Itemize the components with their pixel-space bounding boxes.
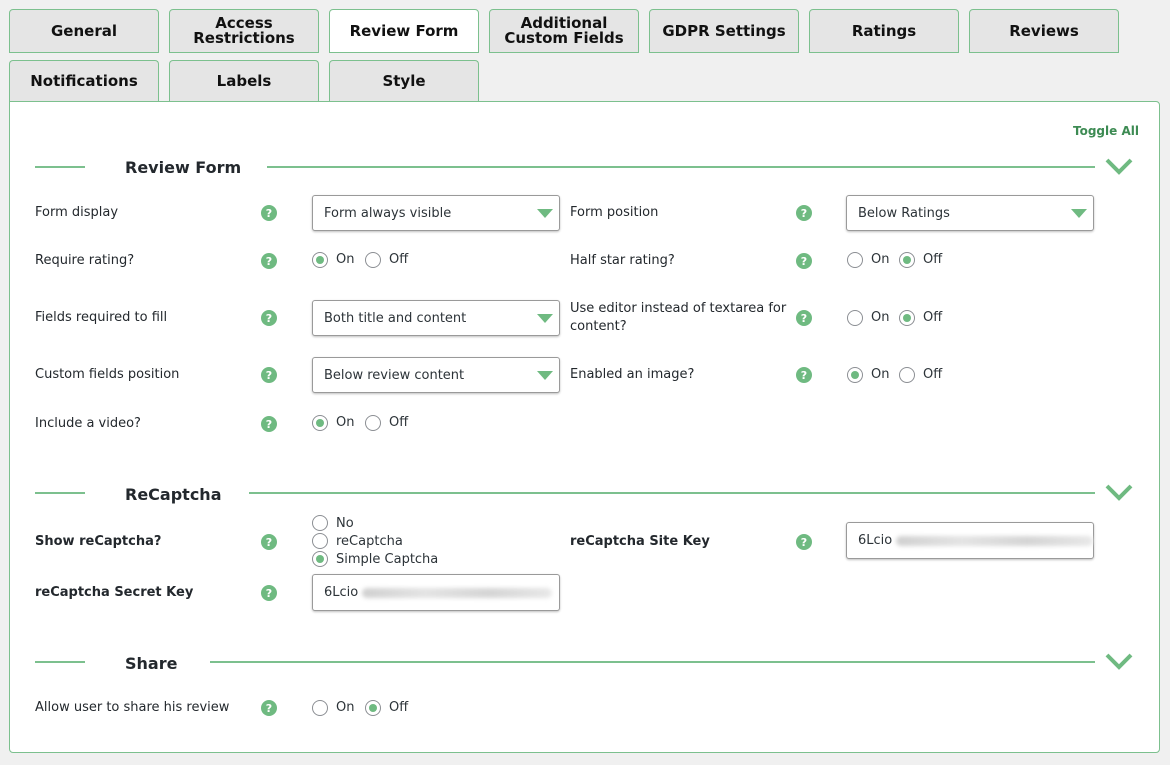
use-editor-off-radio[interactable] [899, 310, 915, 326]
dropdown-caret-icon [537, 314, 553, 323]
tab-reviews[interactable]: Reviews [969, 9, 1119, 53]
form-display-value: Form always visible [324, 205, 452, 221]
section-title-review-form: Review Form [125, 158, 242, 177]
collapse-chevron-icon[interactable] [1104, 652, 1134, 670]
tab-review-form[interactable]: Review Form [329, 9, 479, 53]
allow-share-label: Allow user to share his review [35, 700, 230, 715]
include-video-label: Include a video? [35, 416, 141, 431]
toggle-all-link[interactable]: Toggle All [1073, 124, 1139, 138]
custom-fields-position-label: Custom fields position [35, 367, 180, 382]
fields-required-value: Both title and content [324, 310, 467, 326]
recaptcha-recaptcha-radio[interactable] [312, 533, 328, 549]
help-icon[interactable]: ? [261, 253, 277, 269]
tab-notifications[interactable]: Notifications [9, 60, 159, 102]
use-editor-off-label[interactable]: Off [923, 310, 942, 326]
section-title-recaptcha: ReCaptcha [125, 485, 222, 504]
help-icon[interactable]: ? [261, 534, 277, 550]
section-divider [35, 661, 85, 663]
dropdown-caret-icon [537, 209, 553, 218]
enable-image-off-radio[interactable] [899, 367, 915, 383]
secret-key-label: reCaptcha Secret Key [35, 585, 194, 600]
help-icon[interactable]: ? [261, 367, 277, 383]
require-rating-off-label[interactable]: Off [389, 252, 408, 268]
redacted-key-blur [896, 535, 1093, 546]
site-key-input[interactable]: 6Lcio [846, 522, 1094, 559]
use-editor-label-line2: content? [570, 319, 627, 334]
help-icon[interactable]: ? [796, 310, 812, 326]
help-icon[interactable]: ? [796, 534, 812, 550]
section-divider [267, 166, 1095, 168]
form-position-value: Below Ratings [858, 205, 950, 221]
section-divider [35, 166, 85, 168]
section-title-share: Share [125, 654, 178, 673]
form-display-select[interactable]: Form always visible [312, 195, 560, 231]
site-key-label: reCaptcha Site Key [570, 534, 710, 549]
tab-access-restrictions[interactable]: Access Restrictions [169, 9, 319, 53]
secret-key-value: 6Lcio [324, 585, 359, 600]
half-star-off-label[interactable]: Off [923, 252, 942, 268]
half-star-label: Half star rating? [570, 253, 675, 268]
recaptcha-simple-captcha-radio[interactable] [312, 551, 328, 567]
use-editor-label: Use editor instead of textarea for conten… [570, 300, 786, 336]
help-icon[interactable]: ? [796, 205, 812, 221]
dropdown-caret-icon [537, 371, 553, 380]
require-rating-label: Require rating? [35, 253, 135, 268]
half-star-on-radio[interactable] [847, 252, 863, 268]
include-video-off-label[interactable]: Off [389, 415, 408, 431]
tab-ratings[interactable]: Ratings [809, 9, 959, 53]
enable-image-off-label[interactable]: Off [923, 367, 942, 383]
collapse-chevron-icon[interactable] [1104, 483, 1134, 501]
tab-additional-custom-fields[interactable]: Additional Custom Fields [489, 9, 639, 53]
use-editor-on-label[interactable]: On [871, 310, 889, 326]
show-recaptcha-label: Show reCaptcha? [35, 534, 162, 549]
form-position-label: Form position [570, 205, 659, 220]
form-display-label: Form display [35, 205, 119, 220]
section-divider [249, 492, 1095, 494]
allow-share-on-radio[interactable] [312, 700, 328, 716]
enable-image-label: Enabled an image? [570, 367, 695, 382]
help-icon[interactable]: ? [261, 585, 277, 601]
allow-share-off-radio[interactable] [365, 700, 381, 716]
include-video-on-label[interactable]: On [336, 415, 354, 431]
require-rating-on-label[interactable]: On [336, 252, 354, 268]
use-editor-on-radio[interactable] [847, 310, 863, 326]
recaptcha-simple-captcha-label[interactable]: Simple Captcha [336, 552, 438, 568]
tab-labels[interactable]: Labels [169, 60, 319, 102]
allow-share-off-label[interactable]: Off [389, 700, 408, 716]
section-divider [210, 661, 1095, 663]
half-star-on-label[interactable]: On [871, 252, 889, 268]
allow-share-on-label[interactable]: On [336, 700, 354, 716]
help-icon[interactable]: ? [261, 416, 277, 432]
redacted-key-blur [362, 587, 553, 598]
include-video-on-radio[interactable] [312, 415, 328, 431]
recaptcha-no-radio[interactable] [312, 515, 328, 531]
fields-required-label: Fields required to fill [35, 310, 168, 325]
help-icon[interactable]: ? [261, 700, 277, 716]
tab-general[interactable]: General [9, 9, 159, 53]
form-position-select[interactable]: Below Ratings [846, 195, 1094, 231]
tab-style[interactable]: Style [329, 60, 479, 102]
collapse-chevron-icon[interactable] [1104, 157, 1134, 175]
recaptcha-no-label[interactable]: No [336, 516, 354, 532]
secret-key-input[interactable]: 6Lcio [312, 574, 560, 611]
custom-fields-position-value: Below review content [324, 367, 465, 383]
help-icon[interactable]: ? [796, 367, 812, 383]
enable-image-on-radio[interactable] [847, 367, 863, 383]
use-editor-label-line1: Use editor instead of textarea for [570, 301, 787, 316]
half-star-off-radio[interactable] [899, 252, 915, 268]
help-icon[interactable]: ? [261, 310, 277, 326]
require-rating-on-radio[interactable] [312, 252, 328, 268]
site-key-value: 6Lcio [858, 533, 893, 548]
dropdown-caret-icon [1071, 209, 1087, 218]
include-video-off-radio[interactable] [365, 415, 381, 431]
help-icon[interactable]: ? [796, 253, 812, 269]
require-rating-off-radio[interactable] [365, 252, 381, 268]
recaptcha-recaptcha-label[interactable]: reCaptcha [336, 534, 403, 550]
custom-fields-position-select[interactable]: Below review content [312, 357, 560, 393]
fields-required-select[interactable]: Both title and content [312, 300, 560, 336]
tab-gdpr-settings[interactable]: GDPR Settings [649, 9, 799, 53]
section-divider [35, 492, 85, 494]
enable-image-on-label[interactable]: On [871, 367, 889, 383]
help-icon[interactable]: ? [261, 205, 277, 221]
